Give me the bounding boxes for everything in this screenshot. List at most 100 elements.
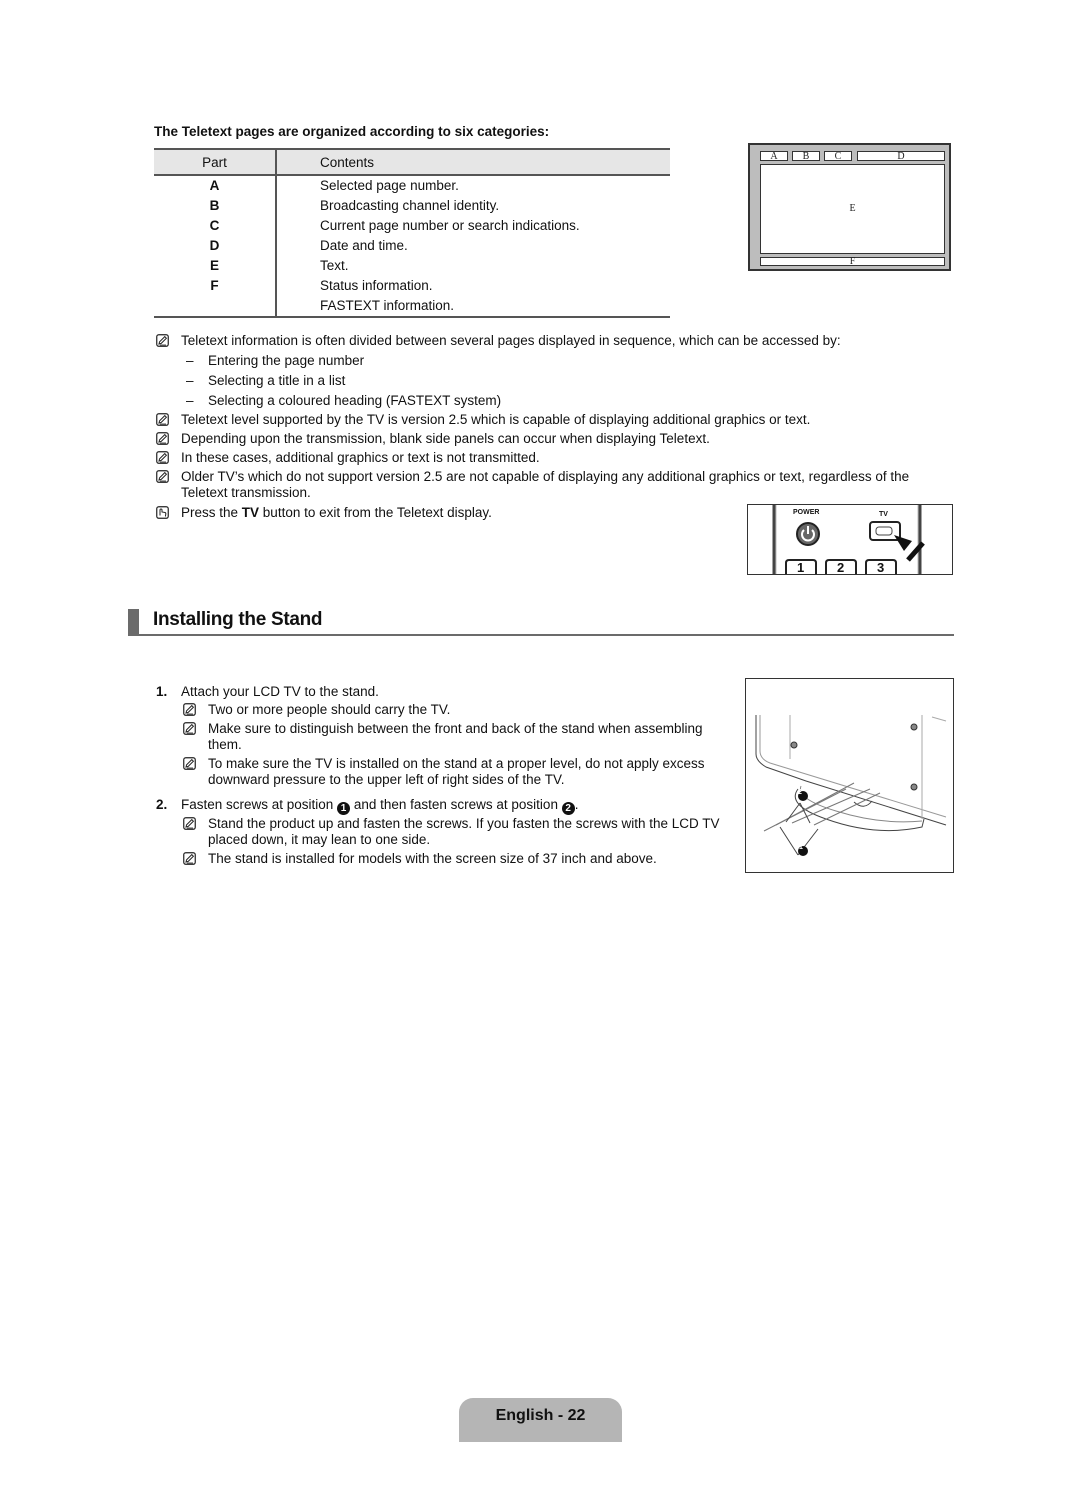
step-note-text: The stand is installed for models with t… xyxy=(208,851,657,866)
note-icon xyxy=(156,413,169,426)
step-text-part: . xyxy=(574,797,579,812)
press-button-icon xyxy=(156,506,169,519)
dash-bullet: – xyxy=(186,353,194,368)
note-icon xyxy=(183,852,196,865)
pointer-arrow-graphic xyxy=(894,535,912,551)
access-method-text: Entering the page number xyxy=(208,353,365,368)
column-header-contents: Contents xyxy=(276,148,670,176)
dash-bullet: – xyxy=(186,393,194,408)
step-note-text: To make sure the TV is installed on the … xyxy=(208,756,705,787)
power-label: POWER xyxy=(793,509,820,516)
press-note-text: Press the TV button to exit from the Tel… xyxy=(181,505,716,521)
step-note: Make sure to distinguish between the fro… xyxy=(183,721,738,753)
cell-contents: Text. xyxy=(320,258,349,273)
step-note-text: Make sure to distinguish between the fro… xyxy=(208,721,703,752)
section-title: Installing the Stand xyxy=(153,609,323,630)
access-method-item: – Selecting a coloured heading (FASTEXT … xyxy=(186,393,501,409)
note-icon xyxy=(183,757,196,770)
diagram-region-d: D xyxy=(857,151,945,162)
access-method-text: Selecting a title in a list xyxy=(208,373,346,388)
cell-contents: FASTEXT information. xyxy=(276,296,670,318)
note-item: Teletext level supported by the TV is ve… xyxy=(156,412,946,428)
step-number: 1. xyxy=(156,684,168,699)
note-item: Depending upon the transmission, blank s… xyxy=(156,431,946,447)
cell-part: F xyxy=(154,276,277,296)
table-row: FASTEXT information. xyxy=(154,296,670,318)
cell-contents: Date and time. xyxy=(320,238,408,253)
diagram-region-a: A xyxy=(760,151,788,162)
step-text: Attach your LCD TV to the stand. xyxy=(181,684,379,699)
diagram-region-b: B xyxy=(792,151,820,162)
cell-part: D xyxy=(154,236,277,256)
note-item: In these cases, additional graphics or t… xyxy=(156,450,946,466)
diagram-region-f: F xyxy=(760,257,945,267)
note-icon xyxy=(156,451,169,464)
note-icon xyxy=(156,432,169,445)
note-item: Older TV’s which do not support version … xyxy=(156,469,936,501)
diagram-region-e: E xyxy=(760,164,945,254)
page-number-tab: English - 22 xyxy=(459,1398,622,1442)
teletext-screen-diagram: A B C D E F xyxy=(748,143,951,271)
press-note-after: button to exit from the Teletext display… xyxy=(259,505,492,520)
table-row: D Date and time. xyxy=(154,236,670,256)
callout-1-label: 1 xyxy=(799,844,803,851)
step-number: 2. xyxy=(156,797,168,812)
diagram-region-c: C xyxy=(824,151,852,162)
note-icon xyxy=(183,703,196,716)
note-text: Teletext level supported by the TV is ve… xyxy=(181,412,811,427)
stand-drawing xyxy=(755,715,947,856)
step-note-text: Stand the product up and fasten the scre… xyxy=(208,816,720,847)
table-row: E Text. xyxy=(154,256,670,276)
note-text: In these cases, additional graphics or t… xyxy=(181,450,540,465)
step-item: 2. Fasten screws at position 1 and then … xyxy=(156,797,578,815)
position-1-badge: 1 xyxy=(337,802,351,815)
step-note: Stand the product up and fasten the scre… xyxy=(183,816,738,848)
note-item: Teletext information is often divided be… xyxy=(156,333,946,349)
table-header-row: Part Contents xyxy=(154,148,670,176)
remote-key-3: 3 xyxy=(877,560,885,575)
press-note-item: Press the TV button to exit from the Tel… xyxy=(156,505,716,521)
section-divider xyxy=(128,634,954,636)
cell-part: C xyxy=(154,216,277,236)
column-header-part: Part xyxy=(154,148,277,176)
step-text: Fasten screws at position 1 and then fas… xyxy=(181,797,578,815)
step-note: To make sure the TV is installed on the … xyxy=(183,756,738,788)
section-marker-bar xyxy=(128,609,139,636)
cell-contents: Current page number or search indication… xyxy=(320,218,580,233)
note-icon xyxy=(183,817,196,830)
note-text: Depending upon the transmission, blank s… xyxy=(181,431,710,446)
note-text: Teletext information is often divided be… xyxy=(181,333,841,348)
cell-contents: Broadcasting channel identity. xyxy=(320,198,500,213)
remote-key-1: 1 xyxy=(797,560,805,575)
table-row: B Broadcasting channel identity. xyxy=(154,196,670,216)
access-method-text: Selecting a coloured heading (FASTEXT sy… xyxy=(208,393,502,408)
table-row: C Current page number or search indicatio… xyxy=(154,216,670,236)
cell-contents: Status information. xyxy=(320,278,433,293)
remote-control-illustration: POWER TV 1 2 3 xyxy=(747,504,953,575)
step-item: 1. Attach your LCD TV to the stand. xyxy=(156,684,379,700)
page-label: English - 22 xyxy=(495,1407,586,1424)
cell-part: E xyxy=(154,256,277,276)
dash-bullet: – xyxy=(186,373,194,388)
cell-part xyxy=(154,296,277,318)
access-method-item: – Entering the page number xyxy=(186,353,364,369)
callout-2-label: 2 xyxy=(798,789,802,796)
access-method-item: – Selecting a title in a list xyxy=(186,373,345,389)
tv-label: TV xyxy=(879,511,888,518)
remote-body-graphic xyxy=(772,505,925,574)
position-2-badge: 2 xyxy=(561,802,575,815)
cell-contents: Selected page number. xyxy=(320,178,459,193)
step-note-text: Two or more people should carry the TV. xyxy=(208,702,451,717)
teletext-parts-table: Part Contents A Selected page number. B Br… xyxy=(154,148,670,318)
step-note: Two or more people should carry the TV. xyxy=(183,702,738,718)
note-icon xyxy=(156,334,169,347)
table-row: A Selected page number. xyxy=(154,175,670,196)
cell-part: B xyxy=(154,196,277,216)
press-note-before: Press the xyxy=(181,505,242,520)
step-note: The stand is installed for models with t… xyxy=(183,851,738,867)
table-row: F Status information. xyxy=(154,276,670,296)
tv-button-reference: TV xyxy=(241,505,260,520)
note-icon xyxy=(156,470,169,483)
step-text-part: Fasten screws at position xyxy=(181,797,338,812)
teletext-intro-heading: The Teletext pages are organized accordi… xyxy=(154,124,550,139)
